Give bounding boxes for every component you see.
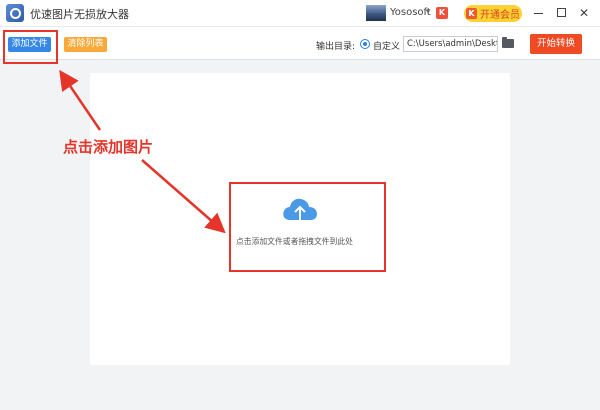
user-badge: K: [436, 7, 448, 19]
vip-icon: K: [466, 8, 477, 19]
start-convert-button[interactable]: 开始转换: [530, 34, 582, 54]
user-avatar[interactable]: [366, 5, 386, 21]
chevron-down-icon[interactable]: ▾: [426, 7, 430, 16]
folder-icon[interactable]: [502, 37, 514, 48]
clear-list-button[interactable]: 清除列表: [64, 37, 107, 52]
vip-button[interactable]: K 开通会员: [464, 5, 522, 22]
maximize-icon[interactable]: [553, 5, 569, 21]
output-path-field[interactable]: C:\Users\admin\Deskto: [403, 36, 498, 52]
drop-target-highlight: [229, 182, 386, 272]
app-logo-icon: [6, 4, 24, 22]
output-dir-label: 输出目录:: [316, 42, 356, 52]
minimize-icon[interactable]: [530, 5, 546, 21]
user-name[interactable]: Yososoft: [390, 7, 431, 18]
toolbar: 添加文件 清除列表 输出目录: 自定义 C:\Users\admin\Deskt…: [0, 26, 600, 60]
custom-dir-radio[interactable]: [360, 39, 370, 49]
close-icon[interactable]: ✕: [576, 5, 592, 21]
custom-dir-label[interactable]: 自定义: [373, 39, 400, 52]
vip-label: 开通会员: [480, 10, 520, 21]
annotation-text: 点击添加图片: [63, 138, 154, 156]
title-bar: 优速图片无损放大器 Yososoft ▾ K K 开通会员 ✕: [0, 0, 600, 26]
app-title: 优速图片无损放大器: [30, 8, 129, 21]
add-file-highlight: [3, 30, 58, 64]
